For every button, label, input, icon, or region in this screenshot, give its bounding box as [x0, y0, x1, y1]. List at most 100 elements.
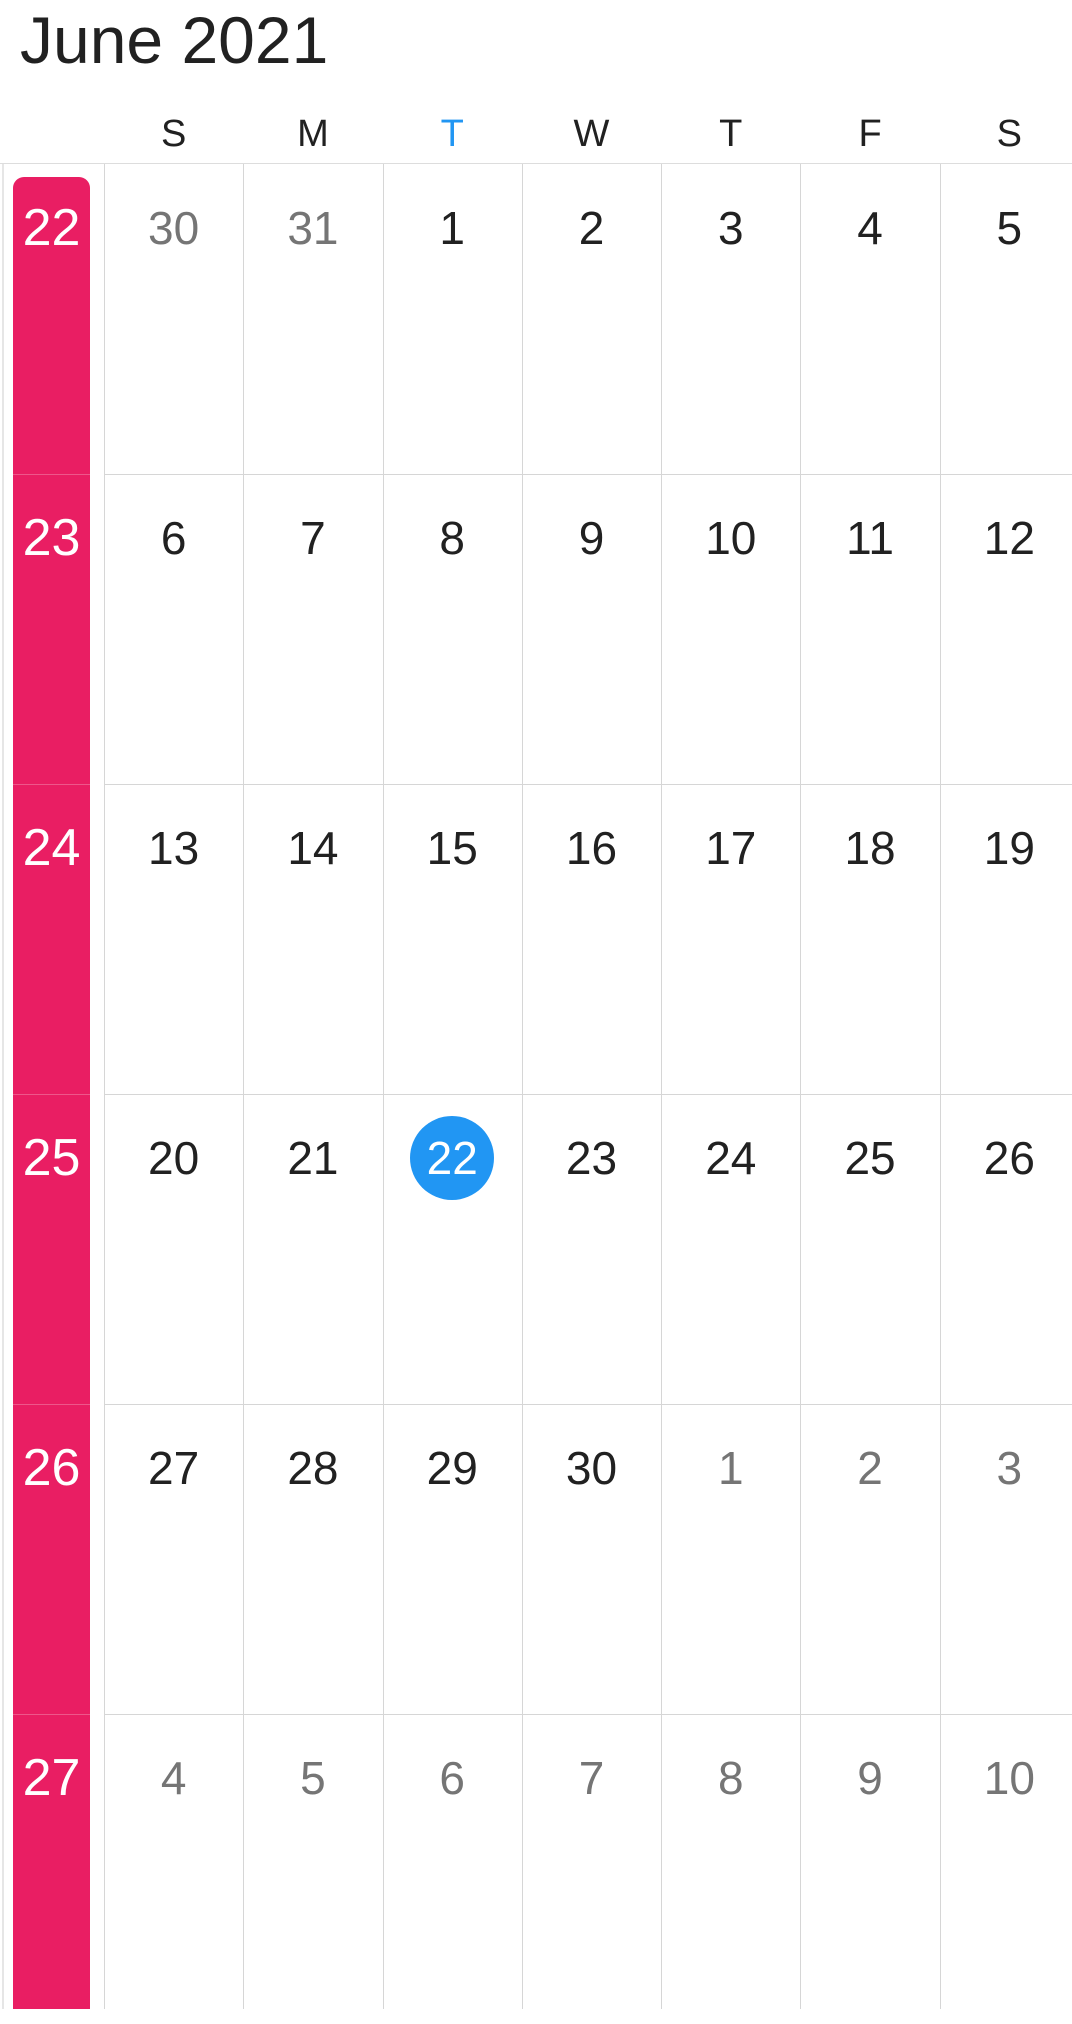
day-cell[interactable]: 1: [661, 1404, 800, 1714]
day-cell[interactable]: 24: [661, 1094, 800, 1404]
weekday-sunday: S: [160, 113, 187, 155]
day-cell[interactable]: 3: [940, 1404, 1072, 1714]
date-label: 1: [717, 1442, 744, 1494]
day-cell[interactable]: 20: [104, 1094, 243, 1404]
day-cell[interactable]: 14: [243, 784, 382, 1094]
day-cell[interactable]: 5: [940, 164, 1072, 474]
day-cell[interactable]: 6: [104, 474, 243, 784]
date-label: 3: [717, 202, 744, 254]
weekday-tuesday: T: [440, 113, 464, 155]
date-label: 30: [565, 1442, 618, 1494]
date-label: 6: [439, 1752, 465, 1804]
day-cell[interactable]: 9: [800, 1714, 939, 2024]
date-label: 17: [705, 822, 757, 874]
date-label: 13: [148, 822, 200, 874]
day-cell[interactable]: 12: [940, 474, 1072, 784]
left-border: [2, 164, 4, 2009]
week-strip-divider: [13, 784, 90, 785]
weekday-header: S M T W T F S: [104, 106, 1072, 162]
day-cell[interactable]: 10: [661, 474, 800, 784]
day-cell[interactable]: 9: [522, 474, 661, 784]
day-cell[interactable]: 2: [522, 164, 661, 474]
weekday-thursday: T: [719, 113, 743, 155]
day-cell[interactable]: 18: [800, 784, 939, 1094]
date-label: 2: [578, 202, 605, 254]
date-label: 23: [565, 1132, 618, 1184]
date-label: 12: [983, 512, 1035, 564]
date-label: 10: [705, 512, 757, 564]
date-label: 5: [996, 202, 1023, 254]
day-cell[interactable]: 8: [383, 474, 522, 784]
day-cell[interactable]: 15: [383, 784, 522, 1094]
weekday-friday: F: [858, 113, 882, 155]
day-cell[interactable]: 25: [800, 1094, 939, 1404]
date-label: 7: [300, 512, 326, 564]
day-cell[interactable]: 5: [243, 1714, 382, 2024]
date-label: 9: [578, 512, 605, 564]
week-number[interactable]: 27: [13, 1748, 90, 1808]
date-label: 11: [846, 512, 894, 564]
day-cell[interactable]: 26: [940, 1094, 1072, 1404]
week-number[interactable]: 22: [13, 198, 90, 258]
day-cell[interactable]: 3: [661, 164, 800, 474]
day-cell[interactable]: 31: [243, 164, 382, 474]
date-label: 4: [857, 202, 883, 254]
date-label: 21: [287, 1132, 339, 1184]
date-label: 31: [287, 202, 339, 254]
week-number[interactable]: 24: [13, 818, 90, 878]
day-cell[interactable]: 21: [243, 1094, 382, 1404]
date-label: 19: [983, 822, 1035, 874]
day-cell[interactable]: 17: [661, 784, 800, 1094]
date-label: 27: [148, 1442, 200, 1494]
day-cell[interactable]: 7: [522, 1714, 661, 2024]
date-label: 14: [287, 822, 339, 874]
date-label: 10: [983, 1752, 1035, 1804]
day-cell[interactable]: 27: [104, 1404, 243, 1714]
month-grid: 30 31 1 2 3 4 5 6 7 8 9 10 11 12 13 14 15 16 17 18 19 20 21 22 2…: [104, 164, 1072, 2009]
day-cell[interactable]: 28: [243, 1404, 382, 1714]
weekday-monday: M: [297, 113, 329, 155]
day-cell[interactable]: 4: [104, 1714, 243, 2024]
date-label: 3: [996, 1442, 1023, 1494]
weekday-wednesday: W: [573, 113, 610, 155]
day-cell[interactable]: 10: [940, 1714, 1072, 2024]
day-cell[interactable]: 4: [800, 164, 939, 474]
day-cell[interactable]: 7: [243, 474, 382, 784]
date-label: 24: [705, 1132, 757, 1184]
date-label: 7: [578, 1752, 605, 1804]
week-number[interactable]: 25: [13, 1128, 90, 1188]
today-date-label: 22: [410, 1116, 495, 1200]
day-cell[interactable]: 23: [522, 1094, 661, 1404]
day-cell[interactable]: 11: [800, 474, 939, 784]
week-number[interactable]: 26: [13, 1438, 90, 1498]
date-label: 26: [983, 1132, 1035, 1184]
week-number-strip: 22 23 24 25 26 27: [13, 177, 90, 2009]
date-label: 28: [287, 1442, 339, 1494]
date-label: 2: [857, 1442, 883, 1494]
date-label: 20: [148, 1132, 200, 1184]
day-cell[interactable]: 30: [522, 1404, 661, 1714]
day-cell[interactable]: 6: [383, 1714, 522, 2024]
day-cell[interactable]: 30: [104, 164, 243, 474]
day-cell[interactable]: 1: [383, 164, 522, 474]
date-label: 15: [426, 822, 478, 874]
day-cell[interactable]: 16: [522, 784, 661, 1094]
date-label: 29: [426, 1442, 478, 1494]
month-title[interactable]: June 2021: [20, 2, 328, 78]
weekday-saturday: S: [996, 113, 1022, 155]
date-label: 6: [160, 512, 187, 564]
week-number[interactable]: 23: [13, 508, 90, 568]
day-cell[interactable]: 8: [661, 1714, 800, 2024]
day-cell[interactable]: 19: [940, 784, 1072, 1094]
day-cell[interactable]: 2: [800, 1404, 939, 1714]
day-cell[interactable]: 29: [383, 1404, 522, 1714]
date-label: 4: [160, 1752, 187, 1804]
date-label: 8: [717, 1752, 744, 1804]
day-cell[interactable]: 13: [104, 784, 243, 1094]
date-label: 1: [439, 202, 465, 254]
date-label: 16: [565, 822, 618, 874]
day-cell[interactable]: 22: [383, 1094, 522, 1404]
week-strip-divider: [13, 1714, 90, 1715]
date-label: 18: [844, 822, 896, 874]
date-label: 30: [148, 202, 200, 254]
